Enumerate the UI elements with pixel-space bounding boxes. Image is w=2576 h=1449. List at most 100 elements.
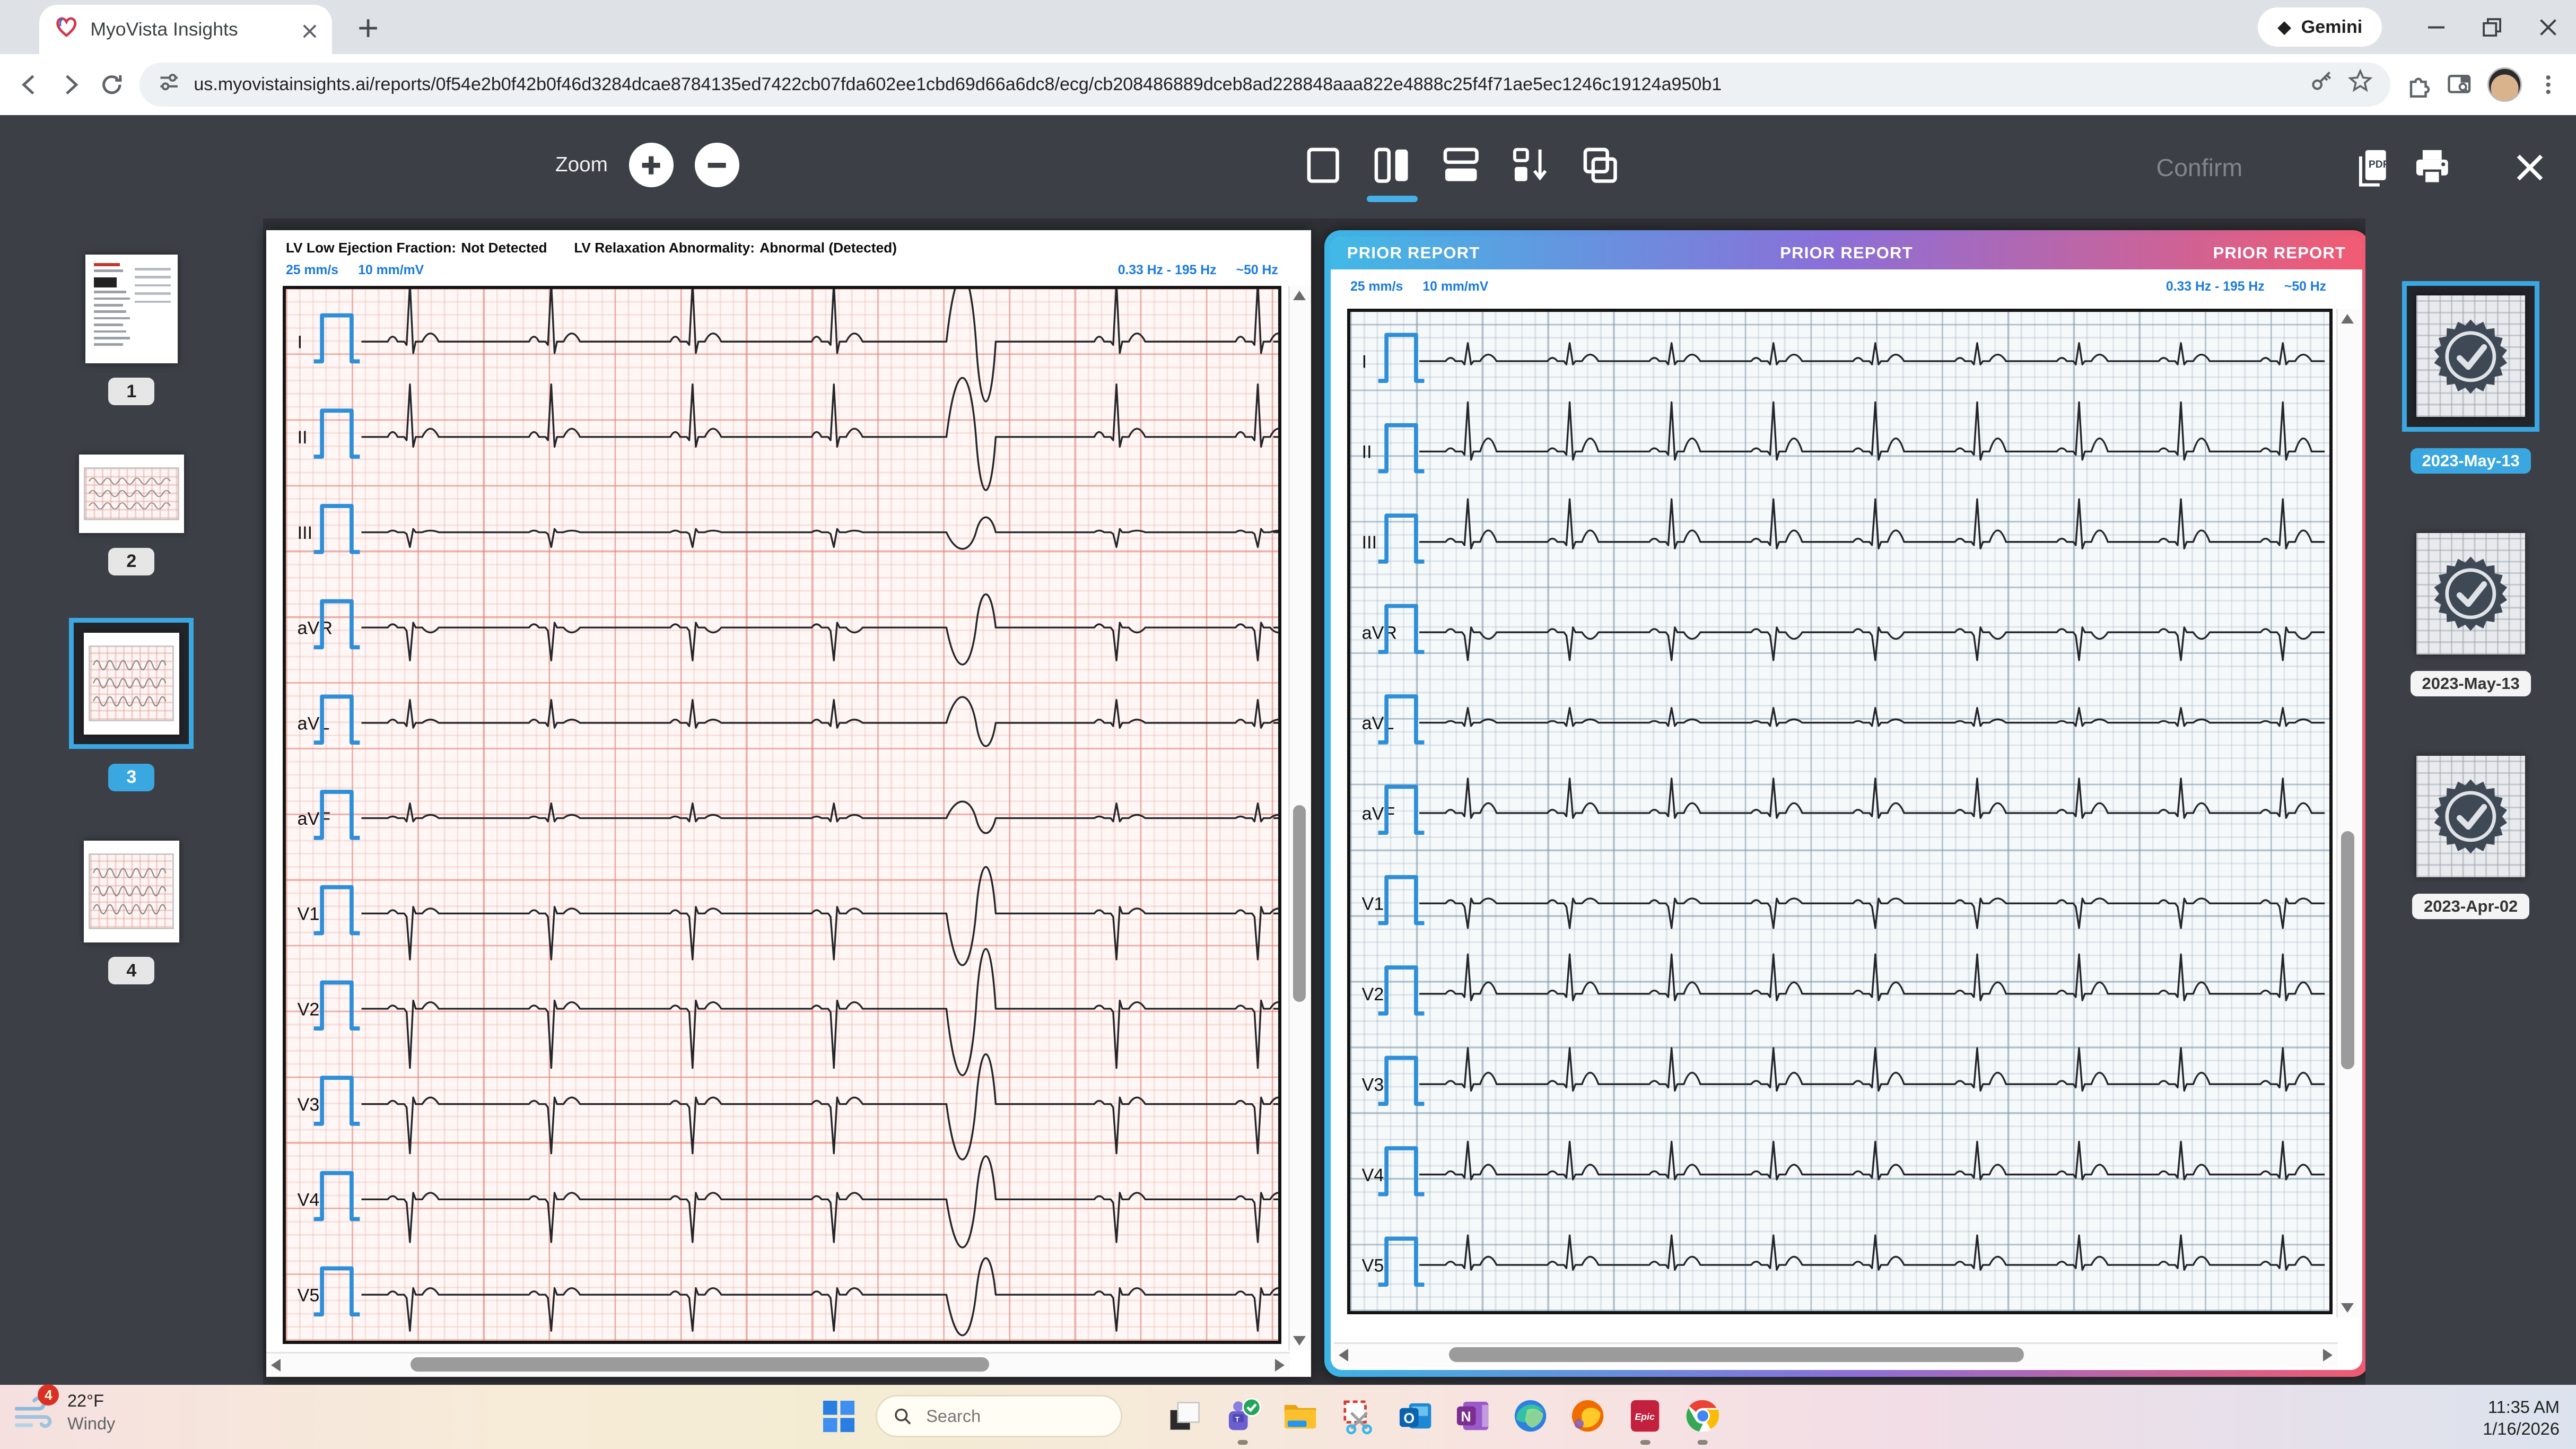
ecg-grid-current[interactable]: IIIIIIaVRaVLaVFV1V2V3V4V5	[283, 286, 1281, 1344]
page-number-pill[interactable]: 3	[108, 764, 154, 791]
scroll-right-arrow[interactable]	[1275, 1359, 1285, 1372]
back-icon[interactable]	[16, 72, 43, 98]
forward-icon[interactable]	[57, 72, 84, 98]
gemini-button[interactable]: ◆ Gemini	[2258, 7, 2382, 47]
window-close-button[interactable]	[2520, 0, 2576, 54]
single-page-view-icon[interactable]	[1301, 143, 1346, 187]
clock-date: 1/16/2026	[2483, 1418, 2560, 1440]
window-restore-button[interactable]	[2464, 0, 2520, 54]
prior-report-thumbnail[interactable]	[2416, 756, 2525, 877]
scroll-down-view-icon[interactable]	[1508, 143, 1552, 187]
omnibox[interactable]: us.myovistainsights.ai/reports/0f54e2b0f…	[139, 63, 2390, 107]
svg-text:aVL: aVL	[1362, 713, 1394, 734]
scroll-left-arrow[interactable]	[1339, 1349, 1348, 1361]
prior-report-date-pill[interactable]: 2023-May-13	[2411, 448, 2531, 474]
prior-report-rail: 2023-May-13 2023-May-13 2023-Apr-02	[2365, 219, 2575, 1385]
browser-menu-kebab-icon[interactable]	[2537, 73, 2560, 96]
svg-text:V5: V5	[297, 1285, 319, 1305]
prior-report-thumbnail[interactable]	[2416, 533, 2525, 654]
browser-tab[interactable]: MyoVista Insights	[39, 5, 331, 54]
scroll-left-arrow[interactable]	[271, 1359, 281, 1372]
horizontal-scrollbar-prior[interactable]	[1334, 1342, 2338, 1367]
outlook-icon[interactable]: O	[1395, 1395, 1436, 1436]
thumbnail-ecg-strip	[89, 645, 174, 721]
overlay-view-icon[interactable]	[1577, 143, 1622, 187]
teams-icon[interactable]: T	[1222, 1395, 1263, 1436]
page-thumbnail-item-1[interactable]: 1	[0, 255, 263, 405]
vertical-scrollbar-prior[interactable]	[2336, 309, 2359, 1317]
prior-report-item-2023-May-13[interactable]: 2023-May-13	[2365, 281, 2575, 474]
epic-icon[interactable]: Epic	[1625, 1395, 1665, 1436]
gemini-diamond-icon: ◆	[2277, 16, 2291, 38]
svg-text:V3: V3	[1362, 1075, 1384, 1095]
page-thumbnail[interactable]	[79, 455, 184, 534]
vertical-scrollbar[interactable]	[1288, 286, 1311, 1350]
two-column-view-icon[interactable]	[1370, 143, 1414, 187]
snipping-tool-icon[interactable]	[1337, 1395, 1378, 1436]
horizontal-scroll-thumb[interactable]	[411, 1357, 989, 1372]
side-panel-search-icon[interactable]	[2446, 72, 2473, 98]
running-indicator-dot	[1698, 1440, 1708, 1445]
page-thumbnail[interactable]	[84, 633, 179, 735]
notch-filter: ~50 Hz	[2284, 280, 2326, 294]
page-number-pill[interactable]: 4	[108, 957, 154, 984]
close-report-icon[interactable]	[2513, 151, 2546, 184]
vertical-scroll-thumb[interactable]	[1293, 805, 1306, 1002]
paper-speed: 25 mm/s	[1350, 280, 1403, 294]
page-number-pill[interactable]: 2	[108, 548, 154, 575]
confirm-button[interactable]: Confirm	[2156, 153, 2243, 182]
reload-icon[interactable]	[99, 72, 125, 98]
search-input[interactable]	[923, 1404, 1104, 1427]
vertical-scroll-thumb[interactable]	[2341, 831, 2354, 1069]
taskbar-clock[interactable]: 11:35 AM 1/16/2026	[2483, 1396, 2560, 1439]
horizontal-scrollbar[interactable]	[266, 1352, 1290, 1376]
prior-report-thumbnail[interactable]	[2416, 295, 2525, 417]
scroll-up-arrow[interactable]	[1293, 291, 1306, 300]
scroll-up-arrow[interactable]	[2341, 314, 2354, 324]
window-minimize-button[interactable]	[2408, 0, 2464, 54]
export-pdf-icon[interactable]: PDF	[2351, 145, 2396, 190]
edge-icon[interactable]	[1510, 1395, 1551, 1436]
horizontal-scroll-thumb[interactable]	[1449, 1347, 2024, 1362]
task-view-icon[interactable]	[1165, 1395, 1206, 1436]
file-explorer-icon[interactable]	[1280, 1395, 1321, 1436]
scroll-down-arrow[interactable]	[2341, 1303, 2354, 1313]
finding-label: LV Low Ejection Fraction:	[286, 240, 456, 256]
chrome-icon[interactable]	[1682, 1395, 1723, 1436]
tab-close-icon[interactable]	[302, 14, 317, 45]
profile-avatar[interactable]	[2487, 67, 2522, 102]
print-icon[interactable]	[2410, 145, 2455, 190]
prior-report-date-pill[interactable]: 2023-Apr-02	[2412, 894, 2529, 919]
page-thumbnail-item-2[interactable]: 2	[0, 455, 263, 575]
firefox-icon[interactable]	[1567, 1395, 1608, 1436]
svg-text:N: N	[1461, 1409, 1471, 1425]
page-thumbnail-item-3[interactable]: 3	[0, 618, 263, 791]
onenote-icon[interactable]: N	[1452, 1395, 1493, 1436]
extensions-puzzle-icon[interactable]	[2405, 72, 2432, 98]
zoom-out-button[interactable]	[695, 143, 739, 187]
prior-report-item-2023-Apr-02[interactable]: 2023-Apr-02	[2365, 756, 2575, 920]
taskbar-search[interactable]	[876, 1395, 1122, 1438]
start-button[interactable]	[818, 1395, 859, 1436]
page-thumbnail[interactable]	[85, 255, 177, 363]
bookmark-star-icon[interactable]	[2348, 69, 2372, 100]
two-row-view-icon[interactable]	[1439, 143, 1483, 187]
windows-taskbar: 4 22°FWindy T O N Epic 11:35 AM 1/16/2026	[0, 1385, 2576, 1449]
current-report-page: LV Low Ejection Fraction:Not Detected LV…	[266, 230, 1311, 1377]
new-tab-button[interactable]	[353, 13, 383, 43]
ecg-grid-prior[interactable]: IIIIIIaVRaVLaVFV1V2V3V4V5	[1347, 309, 2333, 1314]
weather-widget[interactable]: 4 22°FWindy	[13, 1390, 116, 1435]
page-number-pill[interactable]: 1	[108, 378, 154, 405]
scroll-right-arrow[interactable]	[2323, 1349, 2333, 1361]
password-key-icon[interactable]	[2310, 69, 2334, 100]
zoom-in-button[interactable]	[629, 143, 674, 187]
prior-report-item-2023-May-13[interactable]: 2023-May-13	[2365, 533, 2575, 697]
zoom-label: Zoom	[555, 153, 608, 177]
url-text[interactable]: us.myovistainsights.ai/reports/0f54e2b0f…	[194, 74, 2296, 95]
scroll-down-arrow[interactable]	[1293, 1336, 1306, 1346]
page-thumbnail[interactable]	[84, 841, 179, 942]
site-settings-tune-icon[interactable]	[158, 69, 180, 100]
prior-report-banner-text: PRIOR REPORT	[1780, 243, 1913, 263]
prior-report-date-pill[interactable]: 2023-May-13	[2411, 671, 2531, 696]
page-thumbnail-item-4[interactable]: 4	[0, 841, 263, 984]
